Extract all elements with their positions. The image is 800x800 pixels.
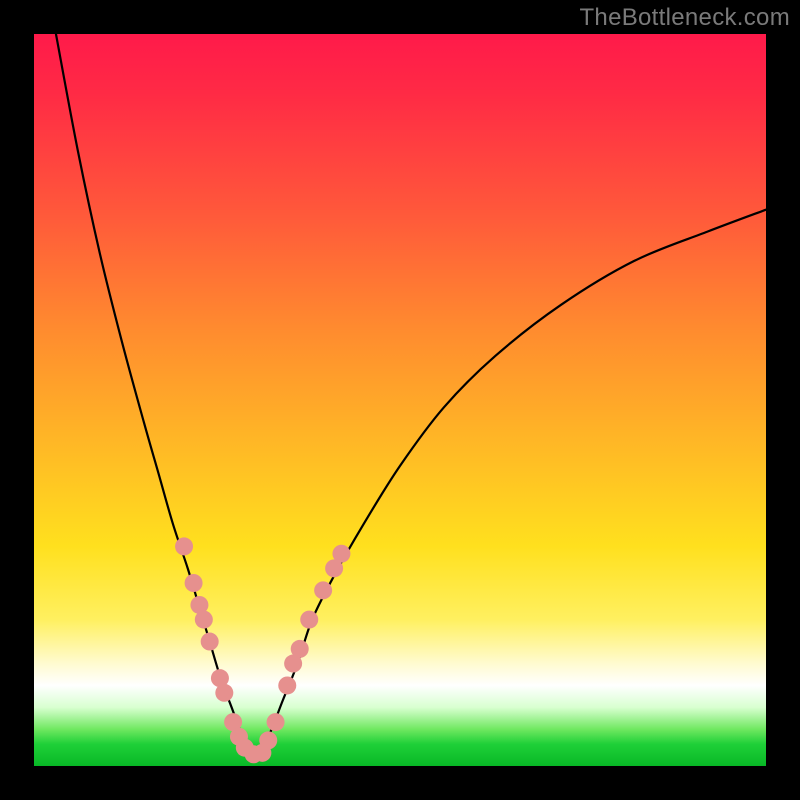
attribution-text: TheBottleneck.com xyxy=(579,4,790,32)
marker-dot xyxy=(267,713,285,731)
marker-dot xyxy=(201,633,219,651)
curve-svg xyxy=(34,34,766,766)
marker-dot xyxy=(291,640,309,658)
marker-dot xyxy=(300,611,318,629)
marker-dot xyxy=(332,545,350,563)
marker-dot xyxy=(259,731,277,749)
marker-group xyxy=(175,537,350,763)
marker-dot xyxy=(278,676,296,694)
marker-dot xyxy=(175,537,193,555)
marker-dot xyxy=(195,611,213,629)
curve-left-branch xyxy=(56,34,254,759)
marker-dot xyxy=(185,574,203,592)
marker-dot xyxy=(314,581,332,599)
curve-right-branch xyxy=(254,210,766,759)
outer-frame: TheBottleneck.com xyxy=(0,0,800,800)
marker-dot xyxy=(215,684,233,702)
plot-area xyxy=(34,34,766,766)
